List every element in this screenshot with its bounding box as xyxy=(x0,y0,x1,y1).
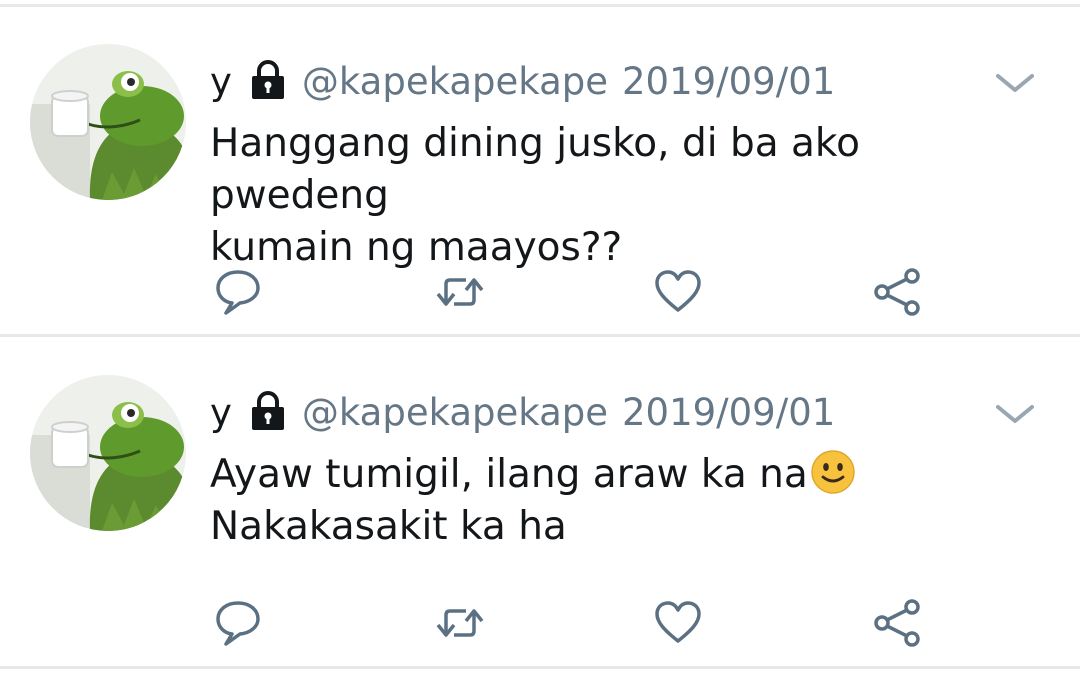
tweet-date[interactable]: 2019/09/01 xyxy=(622,391,835,434)
tweet-item[interactable]: y @kapekapekape 2019/09/01 Hanggang dini… xyxy=(0,6,1080,336)
separator xyxy=(0,666,1080,669)
retweet-icon[interactable] xyxy=(434,597,486,649)
tweet-item[interactable]: y @kapekapekape 2019/09/01 Ayaw tumigil,… xyxy=(0,337,1080,667)
tweet-text: Ayaw tumigil, ilang araw ka na Nakakasak… xyxy=(210,449,1050,553)
display-name[interactable]: y xyxy=(210,60,232,103)
tweet-actions xyxy=(0,266,1080,326)
reply-icon[interactable] xyxy=(212,266,264,318)
tweet-text-span: Ayaw tumigil, ilang araw ka na xyxy=(210,452,808,497)
share-icon[interactable] xyxy=(872,597,924,649)
username-handle[interactable]: @kapekapekape xyxy=(302,60,608,103)
avatar[interactable] xyxy=(30,375,186,531)
share-icon[interactable] xyxy=(872,266,924,318)
chevron-down-icon[interactable] xyxy=(992,68,1038,98)
lock-icon xyxy=(246,388,290,436)
reply-icon[interactable] xyxy=(212,597,264,649)
lock-icon xyxy=(246,57,290,105)
retweet-icon[interactable] xyxy=(434,266,486,318)
username-handle[interactable]: @kapekapekape xyxy=(302,391,608,434)
tweet-header: y @kapekapekape 2019/09/01 xyxy=(210,382,835,442)
slightly-smiling-face-icon xyxy=(810,449,856,495)
avatar[interactable] xyxy=(30,44,186,200)
tweet-header: y @kapekapekape 2019/09/01 xyxy=(210,51,835,111)
heart-icon[interactable] xyxy=(652,266,704,318)
chevron-down-icon[interactable] xyxy=(992,399,1038,429)
tweet-text: Hanggang dining jusko, di ba ako pwedeng… xyxy=(210,118,1050,274)
tweet-actions xyxy=(0,597,1080,657)
display-name[interactable]: y xyxy=(210,391,232,434)
heart-icon[interactable] xyxy=(652,597,704,649)
tweet-text-line: Hanggang dining jusko, di ba ako pwedeng xyxy=(210,121,860,218)
tweet-text-line: Ayaw tumigil, ilang araw ka na xyxy=(210,449,1050,501)
tweet-text-line: Nakakasakit ka ha xyxy=(210,504,567,549)
tweet-date[interactable]: 2019/09/01 xyxy=(622,60,835,103)
tweet-feed: y @kapekapekape 2019/09/01 Hanggang dini… xyxy=(0,0,1080,673)
